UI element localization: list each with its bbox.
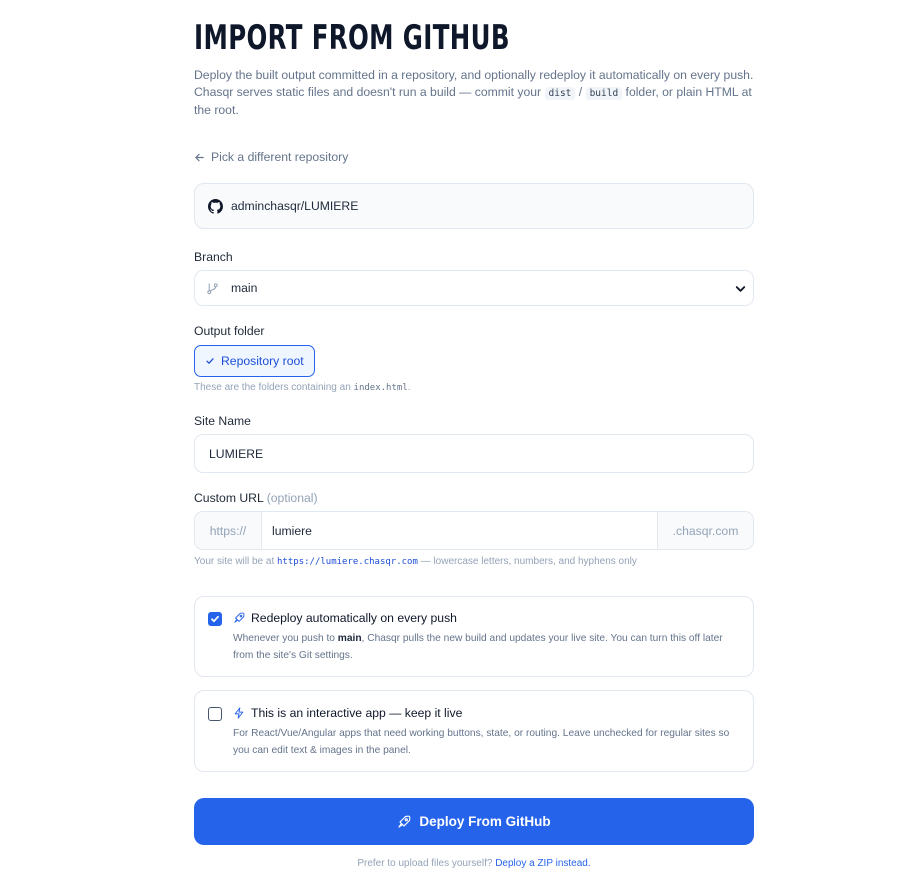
custom-url-field: https:// lumiere .chasqr.com <box>194 511 754 550</box>
site-name-input[interactable]: LUMIERE <box>194 434 754 473</box>
branch-select[interactable]: main <box>194 270 754 306</box>
deploy-from-github-button[interactable]: Deploy From GitHub <box>194 798 754 845</box>
redeploy-description: Whenever you push to main, Chasqr pulls … <box>233 630 743 664</box>
custom-url-hint: Your site will be at https://lumiere.cha… <box>194 556 637 567</box>
output-folder-label: Output folder <box>194 324 265 338</box>
redeploy-checkbox[interactable] <box>208 612 222 626</box>
interactive-app-option-card[interactable]: This is an interactive app — keep it liv… <box>194 690 754 772</box>
checkmark-icon <box>211 615 219 623</box>
slash-text: / <box>578 84 583 99</box>
dist-code: dist <box>544 86 576 100</box>
hint-text-end: — lowercase letters, numbers, and hyphen… <box>417 556 637 567</box>
interactive-app-title: This is an interactive app — keep it liv… <box>233 706 462 720</box>
check-icon <box>206 358 214 364</box>
hint-text: Your site will be at <box>194 556 278 567</box>
interactive-app-title-text: This is an interactive app — keep it liv… <box>251 706 463 720</box>
redeploy-title: Redeploy automatically on every push <box>233 611 457 625</box>
page-description: Deploy the built output committed in a r… <box>194 67 754 119</box>
site-url-preview: https://lumiere.chasqr.com <box>277 557 418 567</box>
back-link[interactable]: Pick a different repository <box>194 150 348 164</box>
site-name-label: Site Name <box>194 414 251 428</box>
url-prefix: https:// <box>195 512 262 549</box>
hint-text-end: . <box>407 382 411 393</box>
branch-value: main <box>231 281 258 295</box>
output-folder-option-root[interactable]: Repository root <box>194 345 315 377</box>
rocket-icon <box>234 612 245 623</box>
output-folder-option-label: Repository root <box>221 354 304 368</box>
git-branch-icon <box>207 282 218 294</box>
hint-text: These are the folders containing an <box>194 382 354 393</box>
optional-tag: (optional) <box>266 491 318 505</box>
selected-repository: adminchasqr/LUMIERE <box>194 183 754 229</box>
custom-url-input[interactable]: lumiere <box>262 512 657 549</box>
redeploy-option-card[interactable]: Redeploy automatically on every push Whe… <box>194 596 754 677</box>
build-code: build <box>585 86 623 100</box>
output-folder-hint: These are the folders containing an inde… <box>194 382 411 393</box>
deploy-zip-link[interactable]: Deploy a ZIP instead. <box>495 858 590 869</box>
branch-label: Branch <box>194 250 233 264</box>
github-icon <box>208 198 223 214</box>
deploy-button-label: Deploy From GitHub <box>419 814 551 829</box>
custom-url-value: lumiere <box>272 523 312 538</box>
redeploy-text: Whenever you push to <box>233 633 338 644</box>
redeploy-title-text: Redeploy automatically on every push <box>251 611 457 625</box>
footer-note: Prefer to upload files yourself? Deploy … <box>194 858 754 869</box>
custom-url-label-text: Custom URL <box>194 491 264 505</box>
back-link-label: Pick a different repository <box>211 150 349 164</box>
lightning-icon <box>234 707 244 719</box>
repository-name: adminchasqr/LUMIERE <box>231 199 359 213</box>
chevron-down-icon <box>735 286 746 292</box>
interactive-app-description: For React/Vue/Angular apps that need wor… <box>233 728 730 756</box>
site-name-value: LUMIERE <box>209 446 264 461</box>
rocket-icon <box>398 815 411 828</box>
hint-code: index.html <box>353 383 408 393</box>
custom-url-label: Custom URL (optional) <box>194 491 318 505</box>
interactive-app-checkbox[interactable] <box>208 707 222 721</box>
url-suffix: .chasqr.com <box>657 512 753 549</box>
footer-text: Prefer to upload files yourself? <box>357 858 496 869</box>
page-title: IMPORT FROM GITHUB <box>194 18 510 58</box>
arrow-left-icon <box>195 153 204 161</box>
redeploy-branch: main <box>337 633 362 644</box>
